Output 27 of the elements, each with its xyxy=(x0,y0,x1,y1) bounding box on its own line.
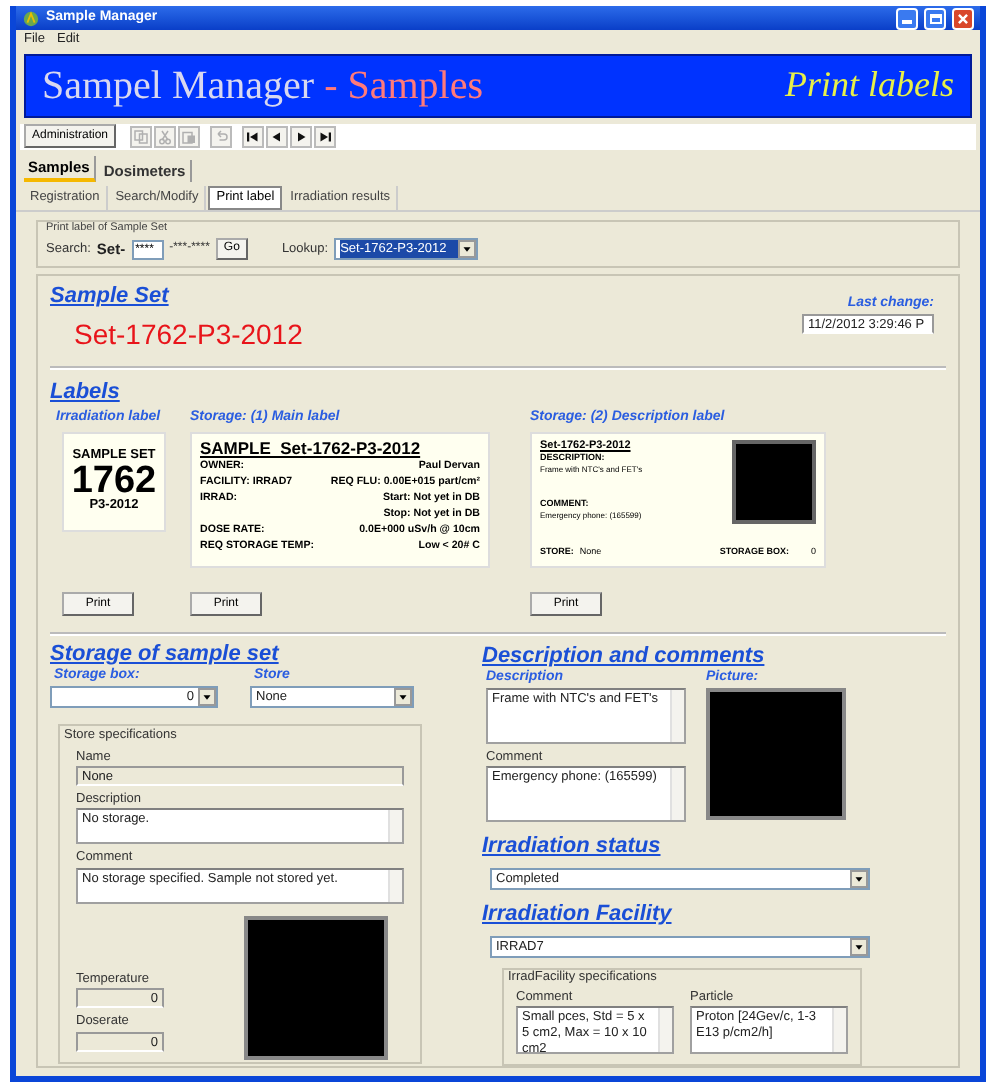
section-heading: Irradiation status xyxy=(482,834,663,862)
section-heading: Irradiation Facility xyxy=(482,901,674,930)
scrollbar[interactable] xyxy=(670,690,684,743)
image-placeholder xyxy=(706,688,846,821)
section-heading: Labels xyxy=(50,380,122,408)
first-record-icon[interactable] xyxy=(242,125,265,148)
banner-title: Sampel Manager - Samples xyxy=(42,61,484,112)
scrollbar[interactable] xyxy=(670,768,684,821)
next-icon[interactable] xyxy=(290,125,313,148)
label-heading: SAMPLE Set-1762-P3-2012 xyxy=(200,437,423,459)
minimize-button[interactable] xyxy=(896,7,918,30)
sample-set-name: Set-1762-P3-2012 xyxy=(74,316,305,355)
scrollbar[interactable] xyxy=(388,869,402,902)
page-title: Print labels xyxy=(785,62,954,109)
app-icon xyxy=(22,9,40,28)
section-heading: Description and comments xyxy=(482,643,767,669)
section-heading: Storage of sample set xyxy=(50,641,281,667)
maximize-button[interactable] xyxy=(924,7,946,30)
scrollbar[interactable] xyxy=(658,1007,672,1052)
close-icon[interactable] xyxy=(952,7,974,30)
image-placeholder xyxy=(732,439,816,524)
previous-icon[interactable] xyxy=(266,125,289,148)
scrollbar[interactable] xyxy=(832,1007,846,1052)
set-number: 1762 xyxy=(71,462,157,501)
scrollbar[interactable] xyxy=(388,810,402,843)
last-record-icon[interactable] xyxy=(314,125,337,148)
section-heading: Sample Set xyxy=(50,284,171,313)
